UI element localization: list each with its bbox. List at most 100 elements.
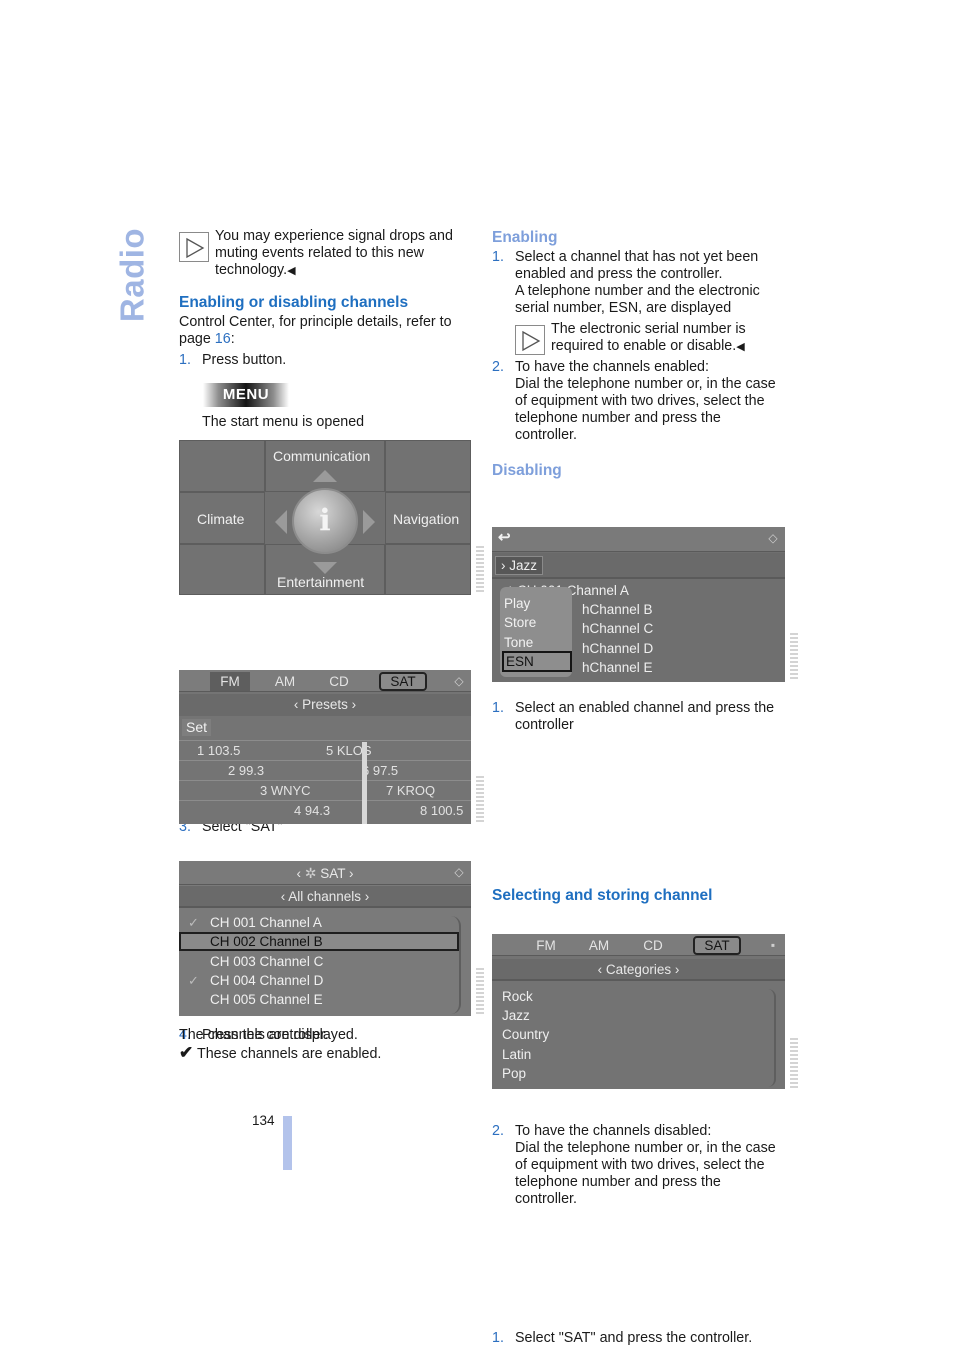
channel-row-selected[interactable]: CH 002 Channel B [179, 932, 459, 951]
channel-row[interactable]: ✓ CH 004 Channel D [179, 971, 459, 990]
enabling-step-1: 1. Select a channel that has not yet bee… [492, 249, 760, 316]
menu-cell [179, 440, 265, 492]
disabling-step-1: 1. Select an enabled channel and press t… [492, 700, 775, 733]
image-code [790, 633, 798, 681]
tab-fm[interactable]: FM [210, 672, 250, 691]
selecting-step-1: 1. Select "SAT" and press the controller… [492, 1330, 753, 1346]
intro-text: Control Center, for principle details, r… [179, 314, 452, 347]
screen-header: ↩ ◇ [492, 527, 785, 552]
channel-row[interactable]: CH 005 Channel E [179, 990, 459, 1009]
start-menu-caption: The start menu is opened [202, 414, 365, 430]
menu-button[interactable]: MENU [203, 383, 289, 407]
channel-row[interactable]: ✓ CH 001 Channel A [179, 913, 459, 932]
categories-screen: FM AM CD SAT ▪ ‹ Categories › Rock Jazz … [492, 934, 785, 1089]
sat-title-bar[interactable]: ‹ ✲ SAT › [179, 861, 471, 885]
popup-item-tone[interactable]: Tone [504, 634, 533, 651]
end-mark-icon: ◀ [736, 341, 745, 353]
preset-item[interactable]: 3 WNYC [260, 782, 311, 799]
tab-am[interactable]: AM [265, 672, 305, 691]
controller-position-icon: ◇ [454, 865, 464, 879]
channel-row[interactable]: hChannel D [582, 640, 653, 657]
presets-subtitle[interactable]: ‹ Presets › [179, 694, 471, 716]
right-column: Enabling 1. Select a channel that has no… [492, 228, 798, 1346]
image-code [476, 968, 484, 1016]
preset-item[interactable]: 8 100.5 [420, 802, 463, 819]
page-link[interactable]: 16 [215, 331, 231, 347]
satellite-icon: ✲ [304, 865, 317, 881]
set-label[interactable]: Set [182, 719, 212, 736]
menu-cell [385, 544, 471, 595]
page-number: 134 [252, 1113, 275, 1128]
options-popup: Play Store Tone ESN [500, 587, 572, 677]
end-mark-icon: ◀ [287, 265, 296, 277]
check-icon: ✓ [188, 973, 199, 988]
category-jazz[interactable]: › Jazz [495, 556, 544, 575]
popup-item-store[interactable]: Store [504, 614, 536, 631]
category-item[interactable]: Country [502, 1026, 549, 1043]
channel-row[interactable]: hChannel E [582, 659, 653, 676]
category-item[interactable]: Jazz [502, 1007, 530, 1024]
category-item[interactable]: Latin [502, 1046, 531, 1063]
scroll-arc[interactable] [768, 989, 776, 1087]
channel-row[interactable]: hChannel B [582, 601, 653, 618]
image-code [476, 776, 484, 824]
step-1-press-button: 1. Press button. [179, 352, 287, 368]
checkmark-icon: ✔ [179, 1043, 194, 1062]
left-column: You may experience signal drops and muti… [179, 228, 484, 1062]
all-channels-subtitle[interactable]: ‹ All channels › [179, 886, 471, 908]
category-item[interactable]: Rock [502, 988, 533, 1005]
menu-item-communication[interactable]: Communication [273, 448, 370, 465]
section-title: Radio [113, 227, 151, 323]
note-esn-enable: The electronic serial number is required… [515, 321, 786, 356]
menu-item-navigation[interactable]: Navigation [393, 511, 459, 528]
start-menu-screen: Communication Climate Navigation Enterta… [179, 440, 471, 595]
tab-sat[interactable]: SAT [693, 936, 741, 955]
category-bar: › Jazz [492, 553, 785, 579]
caption-displayed: The channels are displayed. [179, 1027, 358, 1043]
channel-row[interactable]: CH 003 Channel C [179, 952, 459, 971]
check-icon: ✓ [188, 915, 199, 930]
caption-enabled: ✔ These channels are enabled. [179, 1043, 382, 1062]
enabling-step-2: 2. To have the channels enabled: Dial th… [492, 359, 776, 443]
image-code [790, 1038, 798, 1088]
preset-item[interactable]: 1 103.5 [197, 742, 240, 759]
scroll-arc[interactable] [451, 916, 461, 1014]
esn-options-screen: ↩ ◇ › Jazz ✓ CH 001 Channel A hChannel B… [492, 527, 785, 682]
menu-cell [385, 440, 471, 492]
tab-am[interactable]: AM [579, 936, 619, 955]
controller-position-icon: ▪ [770, 938, 776, 952]
disabling-step-2: 2. To have the channels disabled: Dial t… [492, 1123, 776, 1207]
channel-row[interactable]: hChannel C [582, 620, 653, 637]
source-tabs: FM AM CD SAT ◇ [179, 670, 471, 692]
heading-disabling: Disabling [492, 462, 562, 479]
menu-item-entertainment[interactable]: Entertainment [277, 574, 364, 591]
note-triangle-icon [179, 232, 209, 262]
category-item[interactable]: Pop [502, 1065, 526, 1082]
preset-item[interactable]: 4 94.3 [294, 802, 330, 819]
tab-sat[interactable]: SAT [379, 672, 427, 691]
preset-item[interactable]: 7 KROQ [386, 782, 435, 799]
presets-screen: FM AM CD SAT ◇ ‹ Presets › Set 1 103.5 5… [179, 670, 471, 824]
controller-position-icon: ◇ [454, 674, 464, 688]
preset-row: 2 99.3 6 97.5 [179, 760, 471, 780]
info-knob-icon: i [292, 488, 358, 554]
preset-row: 3 WNYC 7 KROQ [179, 780, 471, 800]
heading-enabling-disabling: Enabling or disabling channels [179, 294, 409, 311]
source-tabs: FM AM CD SAT ▪ [492, 934, 785, 956]
popup-item-play[interactable]: Play [504, 595, 530, 612]
preset-item[interactable]: 2 99.3 [228, 762, 264, 779]
popup-item-esn[interactable]: ESN [502, 651, 572, 672]
preset-divider [362, 742, 367, 824]
heading-selecting-storing: Selecting and storing channel [492, 887, 713, 904]
tab-cd[interactable]: CD [319, 672, 359, 691]
menu-item-climate[interactable]: Climate [197, 511, 244, 528]
tab-cd[interactable]: CD [633, 936, 673, 955]
categories-subtitle[interactable]: ‹ Categories › [492, 959, 785, 981]
preset-row: 1 103.5 5 KLOS [179, 740, 471, 760]
preset-item[interactable]: 6 97.5 [362, 762, 398, 779]
controller-position-icon: ◇ [768, 531, 778, 545]
note-triangle-icon [515, 325, 545, 355]
note-signal-drops: You may experience signal drops and muti… [179, 228, 471, 280]
tab-fm[interactable]: FM [526, 936, 566, 955]
back-icon[interactable]: ↩ [498, 529, 511, 546]
